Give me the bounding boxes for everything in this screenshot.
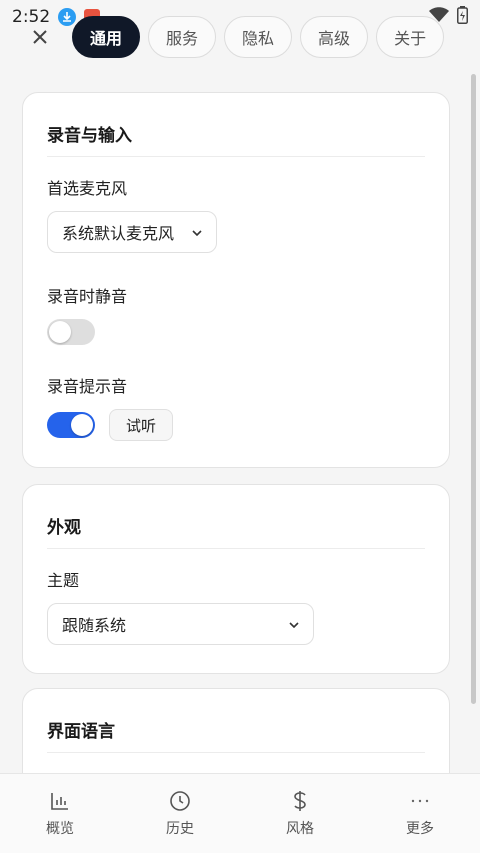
tab-privacy[interactable]: 隐私 [224, 16, 293, 58]
nav-item-style[interactable]: 风格 [240, 774, 360, 853]
toggle-knob [49, 321, 71, 343]
theme-select-value: 跟随系统 [62, 616, 127, 635]
more-dots-icon [409, 790, 431, 812]
clock-icon [169, 790, 191, 812]
chevron-down-icon [192, 226, 202, 239]
bottom-nav: 概览 历史 风格 更多 [0, 773, 480, 853]
theme-select[interactable]: 跟随系统 [47, 603, 314, 645]
section-title: 外观 [47, 485, 425, 549]
mute-label: 录音时静音 [47, 287, 128, 306]
tab-general[interactable]: 通用 [72, 16, 141, 58]
top-bar: 通用 服务 隐私 高级 关于 [0, 14, 480, 60]
mic-label: 首选麦克风 [47, 179, 128, 198]
nav-label: 概览 [46, 820, 74, 837]
appearance-section: 外观 主题 跟随系统 [22, 484, 450, 674]
chevron-down-icon [289, 618, 299, 631]
dollar-icon [289, 790, 311, 812]
close-button[interactable] [22, 19, 58, 55]
nav-label: 风格 [286, 820, 314, 837]
toggle-knob [71, 414, 93, 436]
scrollbar[interactable] [471, 74, 476, 704]
nav-label: 历史 [166, 820, 194, 837]
settings-tabs: 通用 服务 隐私 高级 关于 [72, 16, 445, 58]
settings-content[interactable]: 录音与输入 首选麦克风 系统默认麦克风 录音时静音 录音提示音 试听 外观 主题… [0, 66, 480, 774]
cue-label: 录音提示音 [47, 377, 128, 396]
nav-label: 更多 [406, 820, 434, 837]
mic-select-value: 系统默认麦克风 [62, 224, 175, 243]
section-title: 录音与输入 [47, 93, 425, 157]
close-icon [32, 23, 48, 51]
recording-section: 录音与输入 首选麦克风 系统默认麦克风 录音时静音 录音提示音 试听 [22, 92, 450, 468]
nav-item-overview[interactable]: 概览 [0, 774, 120, 853]
nav-item-history[interactable]: 历史 [120, 774, 240, 853]
tab-service[interactable]: 服务 [148, 16, 217, 58]
theme-label: 主题 [47, 571, 80, 590]
mute-toggle[interactable] [47, 319, 95, 345]
section-title: 界面语言 [47, 689, 425, 753]
language-section: 界面语言 语言 [22, 688, 450, 774]
bar-chart-icon [49, 790, 71, 812]
nav-item-more[interactable]: 更多 [360, 774, 480, 853]
tab-about[interactable]: 关于 [376, 16, 445, 58]
mic-select[interactable]: 系统默认麦克风 [47, 211, 217, 253]
audition-button[interactable]: 试听 [109, 409, 174, 441]
tab-advanced[interactable]: 高级 [300, 16, 369, 58]
cue-toggle[interactable] [47, 412, 95, 438]
